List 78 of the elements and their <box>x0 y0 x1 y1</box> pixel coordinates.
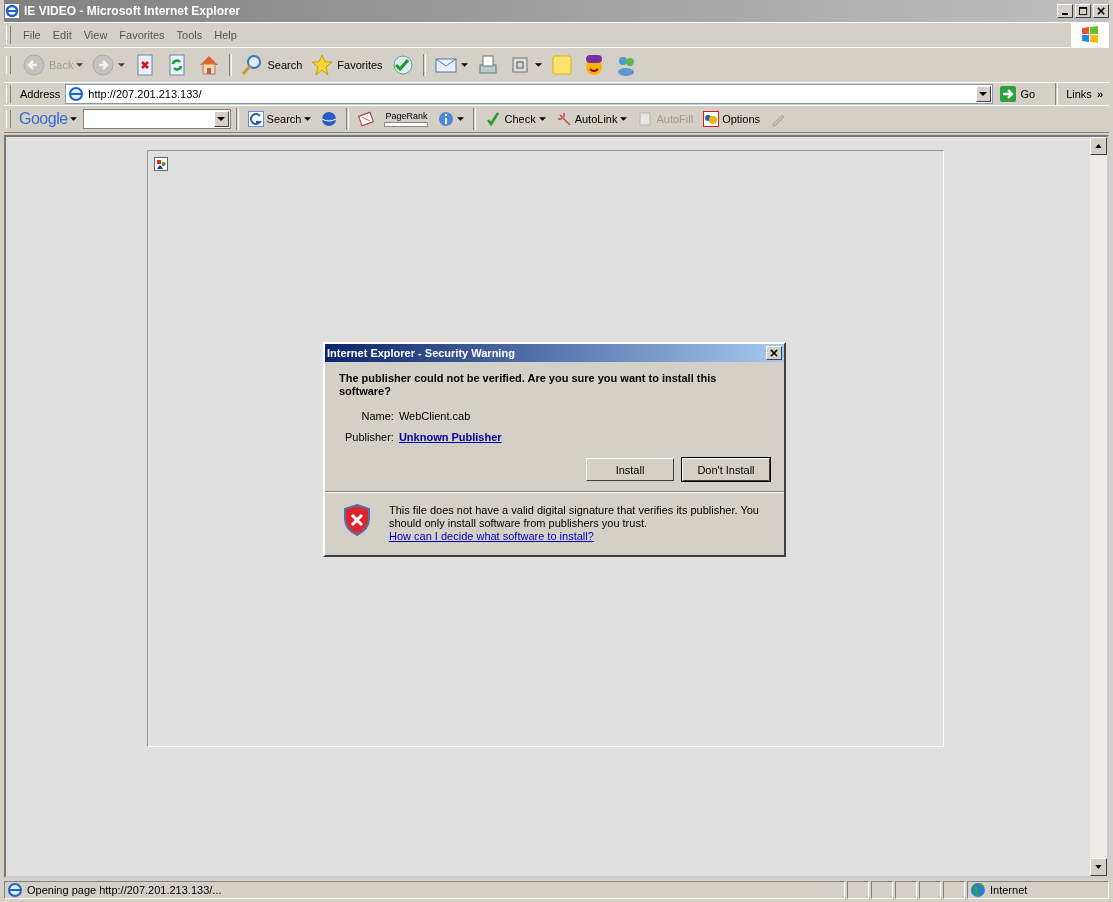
search-field[interactable] <box>82 109 231 129</box>
menu-item[interactable]: File <box>17 29 47 41</box>
menu-item[interactable]: View <box>77 29 114 41</box>
help-link[interactable]: How can I decide what software to install? <box>389 530 594 543</box>
page-icon <box>68 86 85 102</box>
menu-item[interactable]: Favorites <box>113 29 171 41</box>
warning-text: This file does not have a valid digital signature that verifies its publisher. You should only install software from publishers you trust. <box>389 504 760 530</box>
publisher-link[interactable]: Unknown Publisher <box>398 431 502 443</box>
options-icon <box>703 111 720 127</box>
caret-icon <box>538 116 546 122</box>
field-label: Name: <box>360 410 394 422</box>
toolbar-button[interactable]: Favorites <box>307 51 386 79</box>
vertical-scrollbar[interactable] <box>1090 137 1107 876</box>
status-panel <box>919 881 941 899</box>
field-value: WebClient.cab <box>398 410 471 422</box>
address-field[interactable]: http://207.201.213.133/ <box>65 84 993 104</box>
field-label: Publisher: <box>345 431 394 443</box>
minimize-icon <box>1062 13 1068 15</box>
caret-icon <box>460 62 468 68</box>
star-icon <box>310 53 335 77</box>
browser-icon <box>4 3 20 19</box>
form-icon <box>637 111 654 127</box>
address-label: Address <box>20 88 62 100</box>
close-icon <box>1096 6 1106 16</box>
zone-label: Internet <box>990 884 1028 896</box>
caret-icon <box>620 116 628 122</box>
toolbar-button[interactable]: Search <box>243 110 316 128</box>
info-icon <box>438 111 455 127</box>
toolbar-button[interactable]: Search <box>237 51 306 79</box>
toolbar-button[interactable]: AutoLink <box>551 110 632 128</box>
toolbar-button[interactable]: Check <box>481 110 550 128</box>
go-button[interactable]: Go <box>995 86 1050 102</box>
g-letter-icon <box>247 111 264 127</box>
maximize-button[interactable] <box>1075 4 1091 18</box>
minimize-button[interactable] <box>1057 4 1073 18</box>
close-icon <box>769 348 779 358</box>
menu-item[interactable]: Tools <box>170 29 209 41</box>
status-text: Opening page http://207.201.213.133/... <box>27 884 222 896</box>
caret-icon <box>118 62 126 68</box>
scroll-up-button[interactable] <box>1090 137 1107 155</box>
up-arrow-icon <box>1095 144 1102 148</box>
scroll-down-button[interactable] <box>1090 858 1107 876</box>
maximize-icon <box>1078 6 1088 16</box>
close-button[interactable] <box>766 346 782 360</box>
caret-icon <box>304 116 312 122</box>
shield-error-icon <box>343 504 371 536</box>
window-title: IE VIDEO - Microsoft Internet Explorer <box>24 4 242 18</box>
caret-icon <box>979 91 987 97</box>
menu-item[interactable]: Edit <box>46 29 78 41</box>
right-arrow-icon <box>999 86 1016 102</box>
menu-item[interactable]: Help <box>208 29 243 41</box>
globe-icon <box>970 882 986 898</box>
status-panel <box>871 881 893 899</box>
dialog-button[interactable]: Install <box>586 458 674 481</box>
dropdown-button[interactable] <box>213 111 229 127</box>
caret-icon[interactable] <box>69 116 77 122</box>
chevron-button[interactable]: » <box>1096 88 1109 100</box>
globe-icon <box>321 111 338 127</box>
pagerank-meter[interactable]: PageRank <box>380 110 433 128</box>
page-icon <box>7 882 23 898</box>
broken-image-icon <box>154 157 168 171</box>
dropdown-button[interactable] <box>975 86 991 102</box>
note-icon <box>549 53 574 77</box>
status-panel <box>943 881 965 899</box>
status-panel <box>847 881 869 899</box>
checkmark-icon <box>485 111 502 127</box>
caret-icon <box>76 62 84 68</box>
close-button[interactable] <box>1093 4 1109 18</box>
caret-icon <box>457 116 465 122</box>
links-button[interactable]: Links <box>1064 88 1094 100</box>
status-panel <box>895 881 917 899</box>
dialog-button[interactable]: Don't Install <box>682 458 770 481</box>
caret-icon <box>534 62 542 68</box>
caret-icon <box>217 116 226 122</box>
dialog-title: Internet Explorer - Security Warning <box>327 347 516 359</box>
warning-question: The publisher could not be verified. Are you sure you want to install this software? <box>339 372 718 398</box>
toolbar-button[interactable]: Options <box>699 110 765 128</box>
down-arrow-icon <box>1095 865 1102 869</box>
